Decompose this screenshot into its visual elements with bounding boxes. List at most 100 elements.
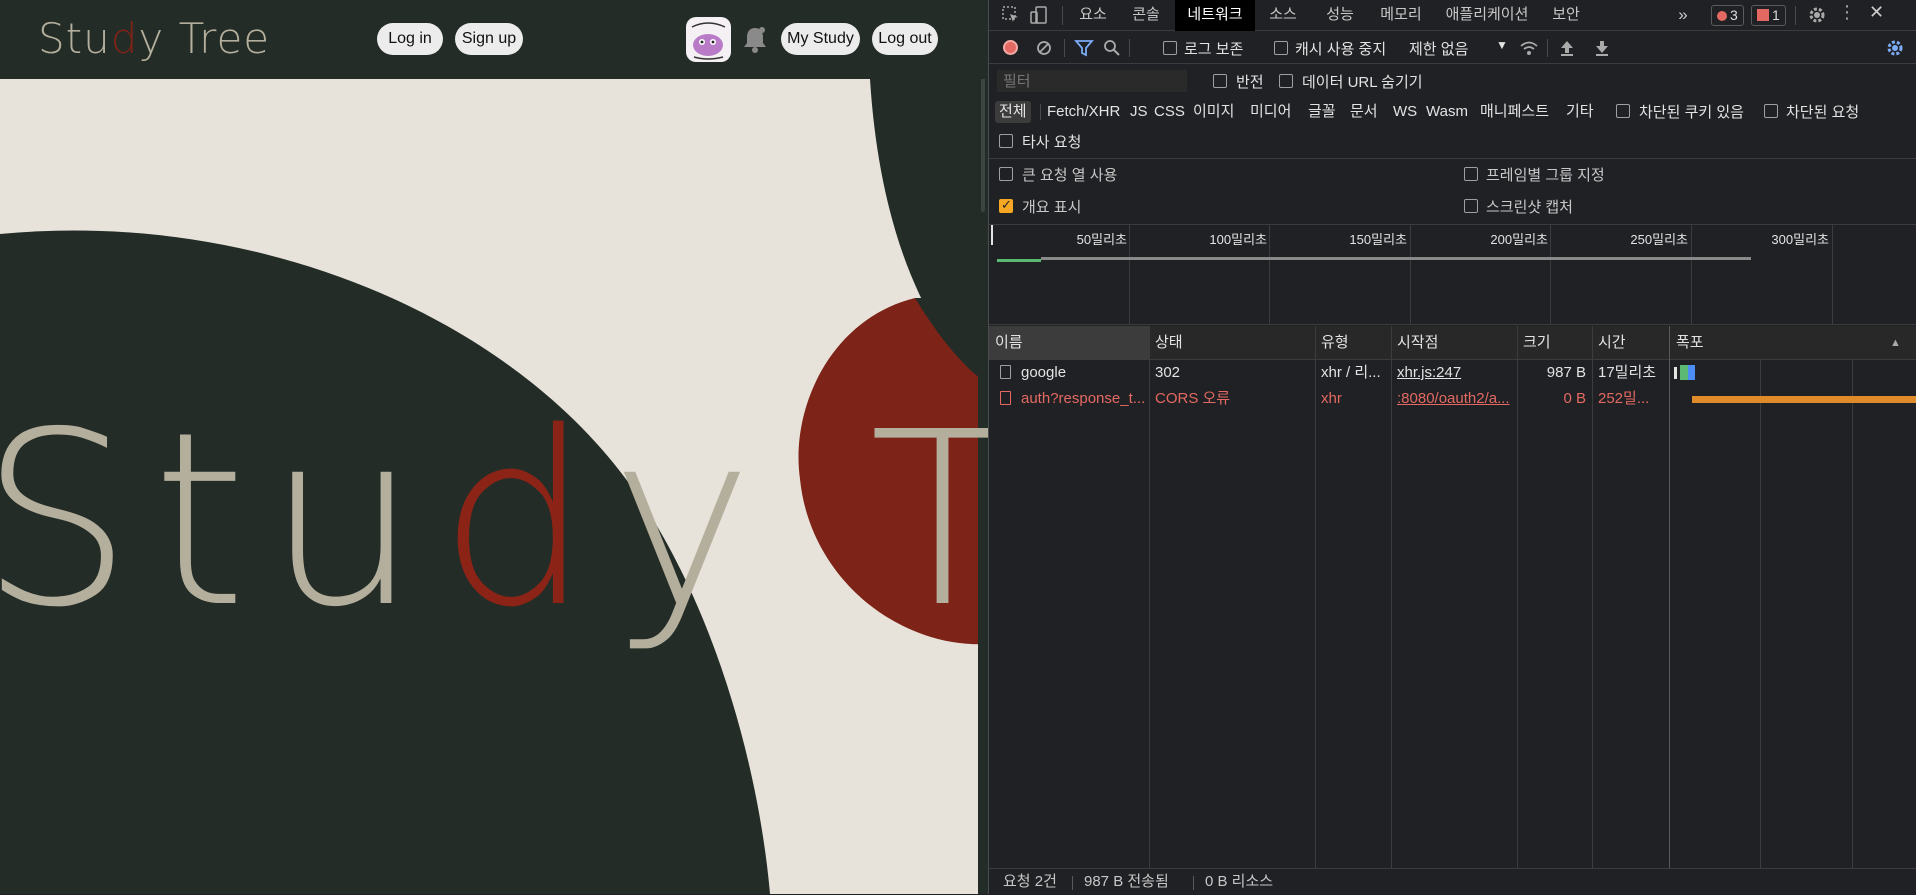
avatar[interactable] <box>686 17 731 62</box>
error-icon <box>1717 11 1727 21</box>
study-tree-website: Study Tree Study Tree Log in Sign up My … <box>0 0 988 894</box>
show-overview-checkbox[interactable] <box>999 197 1013 213</box>
preserve-log-label: 로그 보존 <box>1184 41 1244 58</box>
blocked-requests-label: 차단된 요청 <box>1786 104 1860 121</box>
blocked-requests-checkbox[interactable] <box>1764 104 1778 118</box>
hero-title: Study Tree <box>0 380 988 660</box>
request-initiator[interactable]: :8080/oauth2/a... <box>1391 386 1517 412</box>
network-overview-timeline[interactable]: 50밀리초 100밀리초 150밀리초 200밀리초 250밀리초 300밀리초 <box>989 224 1916 325</box>
console-errors-badge[interactable]: 3 <box>1711 5 1744 26</box>
waterfall-bar-stalled <box>1692 396 1916 403</box>
site-logo[interactable]: Study Tree <box>38 14 270 63</box>
tab-elements[interactable]: 요소 <box>1069 0 1117 31</box>
login-button[interactable]: Log in <box>377 23 443 55</box>
issues-badge[interactable]: 1 <box>1751 5 1786 26</box>
preserve-log-checkbox[interactable] <box>1163 41 1177 55</box>
filter-input[interactable] <box>997 70 1187 92</box>
request-type: xhr <box>1321 390 1342 407</box>
tab-security[interactable]: 보안 <box>1541 0 1591 31</box>
type-filter-ws[interactable]: WS <box>1393 101 1417 123</box>
third-party-checkbox[interactable] <box>999 134 1013 148</box>
network-settings-gear-icon[interactable] <box>1885 38 1905 58</box>
tab-application[interactable]: 애플리케이션 <box>1433 0 1541 31</box>
disable-cache-checkbox[interactable] <box>1274 41 1288 55</box>
timeline-label: 100밀리초 <box>1209 232 1267 247</box>
column-size[interactable]: 크기 <box>1517 326 1592 360</box>
sort-ascending-icon[interactable]: ▲ <box>1890 326 1901 360</box>
errors-count: 3 <box>1730 7 1738 23</box>
tab-memory[interactable]: 메모리 <box>1369 0 1433 31</box>
blocked-cookies-label: 차단된 쿠키 있음 <box>1639 104 1744 121</box>
close-devtools-icon[interactable]: ✕ <box>1869 2 1884 23</box>
tab-performance[interactable]: 성능 <box>1311 0 1369 31</box>
group-by-frame-checkbox[interactable] <box>1464 167 1478 181</box>
column-initiator[interactable]: 시작점 <box>1391 326 1517 360</box>
table-row[interactable]: google 302 xhr / 리... xhr.js:247 987 B 1… <box>989 360 1916 386</box>
type-filter-doc[interactable]: 문서 <box>1350 101 1378 123</box>
timeline-gridline <box>1691 225 1692 325</box>
type-filter-wasm[interactable]: Wasm <box>1426 101 1468 123</box>
filter-icon[interactable] <box>1074 38 1094 58</box>
tab-network[interactable]: 네트워크 <box>1175 0 1255 31</box>
timeline-gridline <box>1269 225 1270 325</box>
type-filter-css[interactable]: CSS <box>1154 101 1185 123</box>
timeline-label: 300밀리초 <box>1771 232 1829 247</box>
large-rows-checkbox[interactable] <box>999 167 1013 181</box>
tab-console[interactable]: 콘솔 <box>1117 0 1175 31</box>
type-filter-js[interactable]: JS <box>1130 101 1148 123</box>
column-name[interactable]: 이름 <box>989 326 1149 360</box>
request-initiator[interactable]: xhr.js:247 <box>1391 360 1517 386</box>
request-size: 987 B <box>1546 364 1586 381</box>
request-status: 302 <box>1155 364 1181 381</box>
request-name[interactable]: auth?response_t... <box>989 386 1149 412</box>
request-name[interactable]: google <box>989 360 1149 386</box>
import-har-icon[interactable] <box>1557 38 1577 58</box>
my-study-button[interactable]: My Study <box>781 23 860 55</box>
kebab-menu-icon[interactable]: ⋮ <box>1838 2 1856 23</box>
toolbar-separator <box>1129 39 1130 57</box>
request-type: xhr / 리... <box>1321 364 1381 381</box>
file-icon <box>1000 391 1011 405</box>
network-conditions-icon[interactable] <box>1519 38 1539 58</box>
column-time[interactable]: 시간 <box>1592 326 1670 360</box>
table-row[interactable]: auth?response_t... CORS 오류 xhr :8080/oau… <box>989 386 1916 412</box>
type-filter-media[interactable]: 미디어 <box>1250 101 1291 123</box>
type-separator <box>1040 104 1041 120</box>
blocked-cookies-checkbox[interactable] <box>1616 104 1630 118</box>
settings-gear-icon[interactable] <box>1807 5 1827 25</box>
type-filter-fetch-xhr[interactable]: Fetch/XHR <box>1047 101 1120 123</box>
device-toolbar-icon[interactable] <box>1029 5 1049 25</box>
inspect-element-icon[interactable] <box>1001 5 1021 25</box>
request-table-header: 이름 상태 유형 시작점 크기 시간 폭포 ▲ <box>989 326 1916 360</box>
column-type[interactable]: 유형 <box>1315 326 1391 360</box>
type-filter-other[interactable]: 기타 <box>1566 101 1594 123</box>
capture-screenshots-checkbox[interactable] <box>1464 199 1478 213</box>
invert-checkbox[interactable] <box>1213 74 1227 88</box>
timeline-handle-left[interactable] <box>991 225 993 245</box>
invert-label: 반전 <box>1236 74 1264 91</box>
signup-button[interactable]: Sign up <box>455 23 523 55</box>
notification-bell-icon[interactable] <box>742 25 768 53</box>
more-tabs-button[interactable]: » <box>1671 0 1695 31</box>
timeline-label: 200밀리초 <box>1490 232 1548 247</box>
timeline-label: 250밀리초 <box>1630 232 1688 247</box>
throttling-dropdown-icon[interactable]: ▼ <box>1496 38 1508 52</box>
status-separator <box>1072 876 1073 890</box>
search-icon[interactable] <box>1102 38 1122 58</box>
type-filter-manifest[interactable]: 매니페스트 <box>1480 101 1549 123</box>
tabbar-separator <box>1795 6 1796 25</box>
clear-icon[interactable] <box>1034 38 1054 58</box>
logout-button[interactable]: Log out <box>872 23 938 55</box>
network-status-bar: 요청 2건 987 B 전송됨 0 B 리소스 <box>989 868 1916 894</box>
hide-data-url-checkbox[interactable] <box>1279 74 1293 88</box>
throttling-select[interactable]: 제한 없음 <box>1409 38 1468 59</box>
column-waterfall[interactable]: 폭포 <box>1670 326 1870 360</box>
tab-sources[interactable]: 소스 <box>1255 0 1311 31</box>
type-filter-images[interactable]: 이미지 <box>1193 101 1234 123</box>
column-status[interactable]: 상태 <box>1149 326 1315 360</box>
type-filter-fonts[interactable]: 글꼴 <box>1308 101 1336 123</box>
request-status: CORS 오류 <box>1155 390 1231 407</box>
record-icon[interactable] <box>1003 40 1018 55</box>
type-filter-all[interactable]: 전체 <box>995 101 1031 123</box>
export-har-icon[interactable] <box>1592 38 1612 58</box>
